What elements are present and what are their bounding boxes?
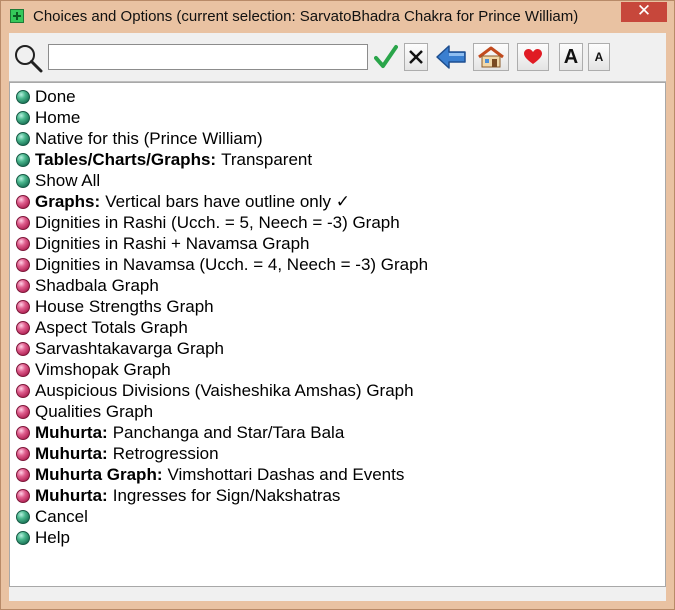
search-icon[interactable] [13, 43, 43, 73]
list-item[interactable]: Muhurta: Retrogression [16, 443, 219, 464]
list-item-label: Show All [35, 170, 101, 190]
window-title: Choices and Options (current selection: … [33, 8, 579, 25]
favorites-button[interactable] [517, 43, 549, 71]
list-item-label: Native for this (Prince William) [35, 128, 263, 148]
list-item-label: Transparent [221, 149, 313, 169]
red-bullet-icon [16, 341, 30, 356]
list-item-label: Shadbala Graph [35, 275, 159, 295]
list-item-category: Muhurta: [35, 485, 108, 505]
red-bullet-icon [16, 488, 30, 503]
list-item-category: Graphs: [35, 191, 101, 211]
list-item-label: Qualities Graph [35, 401, 154, 421]
green-bullet-icon [16, 530, 30, 545]
red-bullet-icon [16, 278, 30, 293]
list-item-label: Aspect Totals Graph [35, 317, 188, 337]
list-item-label: Dignities in Rashi (Ucch. = 5, Neech = -… [35, 212, 400, 232]
font-larger-icon: A [563, 45, 579, 68]
list-item-label: Panchanga and Star/Tara Bala [112, 422, 345, 442]
close-icon [409, 50, 423, 64]
list-item-category: Muhurta: [35, 443, 108, 463]
list-item-label: Retrogression [112, 443, 219, 463]
list-item-label: Ingresses for Sign/Nakshatras [112, 485, 341, 505]
list-item-label: Dignities in Navamsa (Ucch. = 4, Neech =… [35, 254, 429, 274]
green-bullet-icon [16, 110, 30, 125]
red-bullet-icon [16, 446, 30, 461]
app-icon [10, 9, 24, 23]
list-item-label: Dignities in Rashi + Navamsa Graph [35, 233, 310, 253]
list-item[interactable]: House Strengths Graph [16, 296, 214, 317]
list-item-label: Sarvashtakavarga Graph [35, 338, 224, 358]
back-button[interactable] [434, 43, 467, 71]
red-bullet-icon [16, 362, 30, 377]
list-item[interactable]: Shadbala Graph [16, 275, 159, 296]
checkmark-icon [374, 45, 398, 68]
list-item[interactable]: Sarvashtakavarga Graph [16, 338, 224, 359]
red-bullet-icon [16, 425, 30, 440]
red-bullet-icon [16, 320, 30, 335]
red-bullet-icon [16, 194, 30, 209]
list-item[interactable]: Tables/Charts/Graphs: Transparent [16, 149, 312, 170]
list-item[interactable]: Qualities Graph [16, 401, 153, 422]
list-item[interactable]: Dignities in Rashi (Ucch. = 5, Neech = -… [16, 212, 400, 233]
green-bullet-icon [16, 131, 30, 146]
list-item-label: Cancel [35, 506, 88, 526]
red-bullet-icon [16, 467, 30, 482]
list-item[interactable]: Auspicious Divisions (Vaisheshika Amshas… [16, 380, 414, 401]
list-item[interactable]: Graphs: Vertical bars have outline only ✓ [16, 191, 350, 212]
list-item-label: Home [35, 107, 81, 127]
clear-button[interactable] [404, 43, 428, 71]
home-button[interactable] [473, 43, 509, 71]
font-larger-button[interactable]: A [559, 43, 583, 71]
green-bullet-icon [16, 509, 30, 524]
red-bullet-icon [16, 257, 30, 272]
list-item[interactable]: Home [16, 107, 80, 128]
list-item[interactable]: Aspect Totals Graph [16, 317, 188, 338]
list-item[interactable]: Muhurta: Ingresses for Sign/Nakshatras [16, 485, 340, 506]
close-button[interactable]: ✕ [621, 2, 667, 22]
green-bullet-icon [16, 152, 30, 167]
green-bullet-icon [16, 89, 30, 104]
heart-icon [524, 49, 542, 64]
list-item[interactable]: Native for this (Prince William) [16, 128, 263, 149]
status-strip [9, 587, 666, 601]
list-item-label: Vimshopak Graph [35, 359, 171, 379]
red-bullet-icon [16, 215, 30, 230]
red-bullet-icon [16, 299, 30, 314]
red-bullet-icon [16, 404, 30, 419]
toolbar: A A [9, 33, 666, 82]
list-item[interactable]: Help [16, 527, 70, 548]
list-item-label: Help [35, 527, 70, 547]
list-item[interactable]: Muhurta: Panchanga and Star/Tara Bala [16, 422, 344, 443]
list-item[interactable]: Cancel [16, 506, 88, 527]
client-area: A A Done Home Native for this (Prince Will… [9, 33, 666, 601]
red-bullet-icon [16, 236, 30, 251]
list-item[interactable]: Show All [16, 170, 100, 191]
options-list: Done Home Native for this (Prince William)… [9, 82, 666, 587]
red-bullet-icon [16, 383, 30, 398]
font-smaller-icon: A [594, 50, 604, 64]
list-item[interactable]: Muhurta Graph: Vimshottari Dashas and Eve… [16, 464, 404, 485]
list-item-label: Vimshottari Dashas and Events [167, 464, 405, 484]
list-item-label: House Strengths Graph [35, 296, 214, 316]
list-item[interactable]: Dignities in Navamsa (Ucch. = 4, Neech =… [16, 254, 428, 275]
list-item-label: Done [35, 86, 76, 106]
list-item-category: Muhurta: [35, 422, 108, 442]
home-icon [478, 46, 504, 68]
green-bullet-icon [16, 173, 30, 188]
search-input[interactable] [48, 44, 368, 70]
font-smaller-button[interactable]: A [588, 43, 610, 71]
list-item-category: Tables/Charts/Graphs: [35, 149, 217, 169]
list-item[interactable]: Done [16, 86, 76, 107]
list-item-category: Muhurta Graph: [35, 464, 163, 484]
title-bar[interactable]: Choices and Options (current selection: … [1, 1, 674, 33]
list-item-label: Vertical bars have outline only ✓ [105, 191, 351, 211]
ok-button[interactable] [373, 43, 399, 71]
list-item[interactable]: Dignities in Rashi + Navamsa Graph [16, 233, 309, 254]
list-item-label: Auspicious Divisions (Vaisheshika Amshas… [35, 380, 414, 400]
list-item[interactable]: Vimshopak Graph [16, 359, 171, 380]
back-arrow-icon [435, 45, 466, 69]
choices-window: Choices and Options (current selection: … [0, 0, 675, 610]
